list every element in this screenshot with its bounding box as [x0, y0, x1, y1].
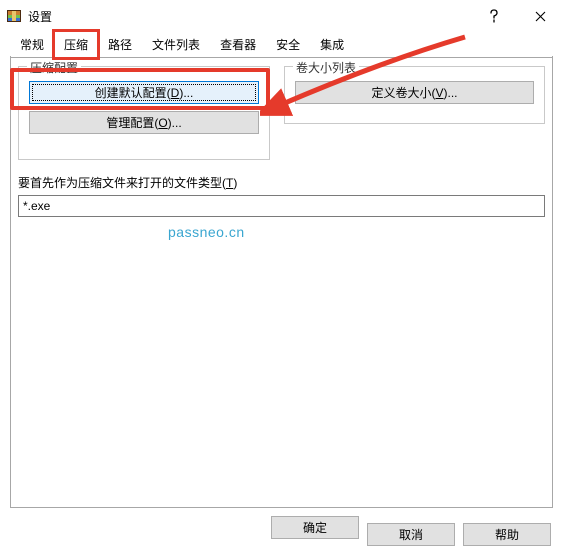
content-area: 压缩配置 创建默认配置(D)... 管理配置(O)... 卷大小列表 定义卷大小…	[0, 58, 563, 217]
tab-security[interactable]: 安全	[266, 31, 310, 58]
create-default-profile-button[interactable]: 创建默认配置(D)...	[29, 81, 259, 104]
watermark-text: passneo.cn	[168, 224, 245, 240]
manage-profiles-button[interactable]: 管理配置(O)...	[29, 111, 259, 134]
tab-viewer[interactable]: 查看器	[210, 31, 266, 58]
cancel-button[interactable]: 取消	[367, 523, 455, 546]
filetype-input[interactable]	[18, 195, 545, 217]
help-button[interactable]	[471, 1, 517, 31]
close-button[interactable]	[517, 1, 563, 31]
group-title-volume: 卷大小列表	[293, 59, 359, 76]
group-volume-size: 卷大小列表 定义卷大小(V)...	[284, 66, 545, 124]
tab-paths[interactable]: 路径	[98, 31, 142, 58]
app-icon	[6, 8, 22, 24]
titlebar: 设置	[0, 0, 563, 32]
ok-button[interactable]: 确定	[271, 516, 359, 539]
window-title: 设置	[28, 8, 471, 25]
filetype-label: 要首先作为压缩文件来打开的文件类型(T)	[18, 174, 545, 191]
tab-compression[interactable]: 压缩	[54, 31, 98, 58]
define-volume-size-button[interactable]: 定义卷大小(V)...	[295, 81, 534, 104]
group-title-compress: 压缩配置	[27, 59, 81, 76]
tab-filelist[interactable]: 文件列表	[142, 31, 210, 58]
tab-strip: 常规 压缩 路径 文件列表 查看器 安全 集成	[0, 32, 563, 58]
help-button-bottom[interactable]: 帮助	[463, 523, 551, 546]
dialog-buttons: 确定 取消 帮助	[271, 516, 551, 546]
tab-integration[interactable]: 集成	[310, 31, 354, 58]
tab-general[interactable]: 常规	[10, 31, 54, 58]
group-compression-profiles: 压缩配置 创建默认配置(D)... 管理配置(O)...	[18, 66, 270, 160]
